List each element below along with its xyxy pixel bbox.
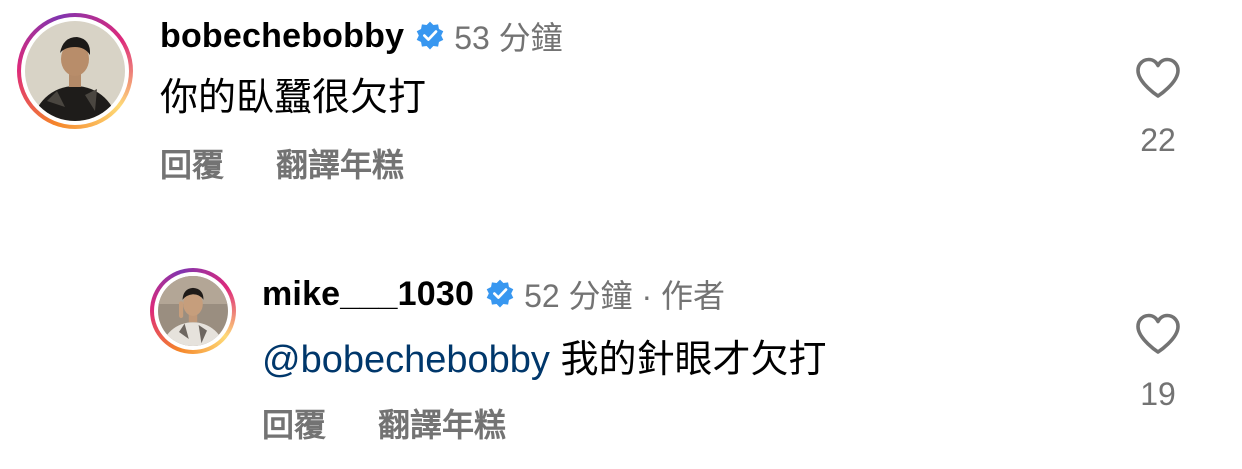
reply-button[interactable]: 回覆 <box>262 400 326 446</box>
like-control: 22 <box>1133 56 1183 159</box>
comment: bobechebobby 53 分鐘 你的臥蠶很欠打 回覆 翻譯年糕 22 <box>0 0 1242 200</box>
translate-button[interactable]: 翻譯年糕 <box>276 140 404 186</box>
like-count: 19 <box>1140 376 1176 412</box>
mention-link[interactable]: @bobechebobby <box>262 339 550 381</box>
avatar[interactable] <box>17 13 133 129</box>
username[interactable]: bobechebobby <box>160 17 404 56</box>
heart-icon[interactable] <box>1134 56 1182 100</box>
username[interactable]: mike___1030 <box>262 275 474 314</box>
like-count: 22 <box>1140 122 1176 158</box>
like-control: 19 <box>1133 312 1183 413</box>
reply-button[interactable]: 回覆 <box>160 140 224 186</box>
avatar-image <box>158 276 228 346</box>
timestamp-author: 52 分鐘 · 作者 <box>524 278 725 314</box>
verified-badge-icon <box>486 279 514 308</box>
translate-button[interactable]: 翻譯年糕 <box>378 400 506 446</box>
timestamp: 53 分鐘 <box>454 20 563 56</box>
verified-badge-icon <box>416 21 444 50</box>
comment-text: @bobechebobby 我的針眼才欠打 <box>262 328 826 383</box>
avatar[interactable] <box>150 268 236 354</box>
comment-body: 我的針眼才欠打 <box>549 339 827 381</box>
avatar-image <box>25 21 125 121</box>
heart-icon[interactable] <box>1134 312 1182 356</box>
comment-text: 你的臥蠶很欠打 <box>160 77 427 119</box>
